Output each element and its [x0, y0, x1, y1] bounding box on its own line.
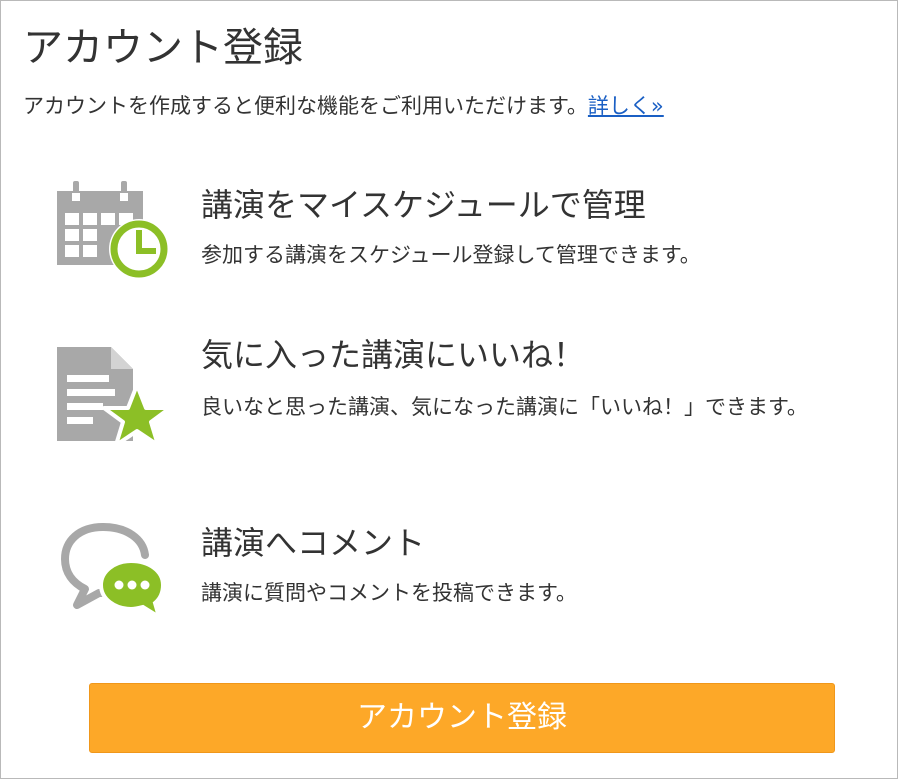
feature-description: 参加する講演をスケジュール登録して管理できます。 — [201, 243, 701, 267]
feature-description: 良いなと思った講演、気になった講演に「いいね！」できます。 — [201, 395, 808, 419]
comment-bubbles-icon — [59, 521, 169, 625]
calendar-clock-icon — [55, 179, 171, 283]
register-account-button[interactable]: アカウント登録 — [89, 683, 835, 753]
feature-title: 講演へコメント — [201, 524, 426, 562]
intro-text: アカウントを作成すると便利な機能をご利用いただけます。詳しく» — [23, 89, 664, 123]
feature-title: 気に入った講演にいいね！ — [201, 336, 586, 374]
account-registration-panel: アカウント登録 アカウントを作成すると便利な機能をご利用いただけます。詳しく» — [0, 0, 898, 779]
feature-title: 講演をマイスケジュールで管理 — [201, 186, 646, 224]
details-link[interactable]: 詳しく» — [588, 94, 664, 118]
feature-description: 講演に質問やコメントを投稿できます。 — [201, 581, 577, 605]
document-star-icon — [55, 345, 172, 453]
page-title: アカウント登録 — [23, 25, 303, 71]
intro-message: アカウントを作成すると便利な機能をご利用いただけます。 — [23, 94, 588, 118]
